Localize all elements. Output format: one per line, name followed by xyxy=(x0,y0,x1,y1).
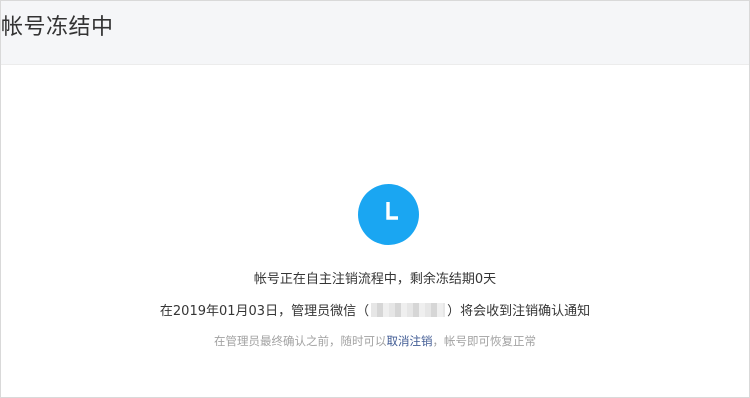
clock-icon xyxy=(358,184,419,245)
cancel-hint-prefix: 在管理员最终确认之前，随时可以 xyxy=(214,334,387,348)
page-title: 帐号冻结中 xyxy=(1,15,114,40)
cancel-hint-text: 在管理员最终确认之前，随时可以取消注销，帐号即可恢复正常 xyxy=(1,333,749,349)
page-header: 帐号冻结中 xyxy=(1,1,749,65)
notification-text-prefix: 在2019年01月03日，管理员微信（ xyxy=(159,304,370,319)
clock-hands xyxy=(386,202,398,220)
notification-text-suffix: ）将会收到注销确认通知 xyxy=(447,304,591,319)
notification-text: 在2019年01月03日，管理员微信（ ）将会收到注销确认通知 xyxy=(1,303,749,321)
freeze-status-text: 帐号正在自主注销流程中，剩余冻结期0天 xyxy=(253,272,497,287)
cancel-hint-suffix: ，帐号即可恢复正常 xyxy=(432,334,537,348)
cancel-deactivation-link[interactable]: 取消注销 xyxy=(387,334,433,348)
masked-admin-wechat xyxy=(371,303,446,317)
